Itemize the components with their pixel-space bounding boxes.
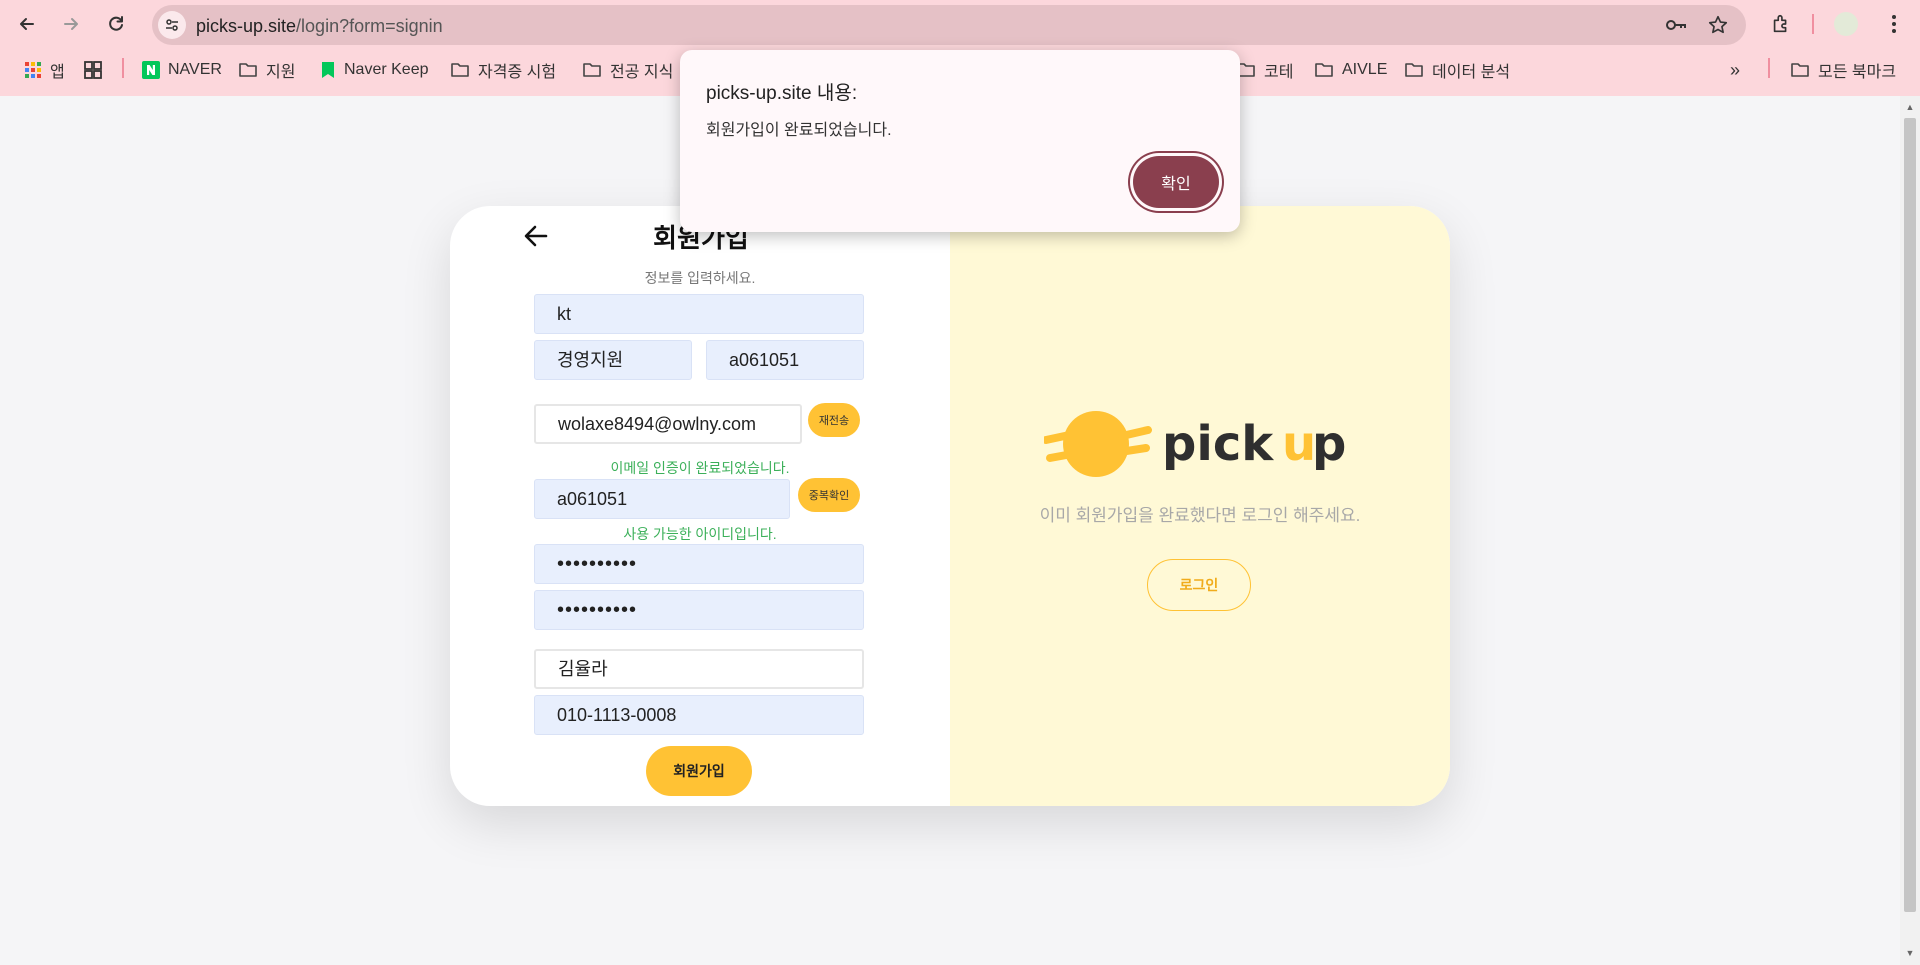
tab-groups-icon	[84, 61, 102, 79]
apps-grid-icon	[25, 62, 41, 78]
name-field[interactable]: 김율라	[534, 649, 864, 689]
bookmark-all-bookmarks[interactable]: 모든 북마크	[1790, 58, 1896, 82]
folder-icon	[583, 63, 601, 77]
bookmarks-divider	[122, 58, 124, 78]
pickup-logo: pick u p	[1044, 411, 1346, 477]
login-button[interactable]: 로그인	[1147, 559, 1251, 611]
bookmark-folder-data[interactable]: 데이터 분석	[1404, 58, 1510, 82]
department-field[interactable]: 경영지원	[534, 340, 692, 380]
login-promo-panel: pick u p 이미 회원가입을 완료했다면 로그인 해주세요. 로그인	[950, 206, 1450, 806]
employee-id-field[interactable]: a061051	[706, 340, 864, 380]
bookmark-folder-major[interactable]: 전공 지식	[582, 58, 673, 82]
folder-icon	[451, 63, 469, 77]
sun-icon	[1044, 411, 1152, 477]
password-key-icon[interactable]	[1664, 13, 1688, 37]
extensions-icon[interactable]	[1767, 10, 1795, 38]
url-path: /login?form=signin	[296, 16, 443, 36]
dialog-title: picks-up.site 내용:	[706, 83, 858, 104]
bookmark-label: Naver Keep	[344, 61, 429, 78]
bookmarks-overflow-button[interactable]: »	[1730, 58, 1740, 82]
form-subtitle: 정보를 입력하세요.	[644, 270, 756, 286]
reload-icon	[109, 16, 123, 31]
naver-icon	[142, 61, 160, 79]
bookmark-label: 코테	[1264, 64, 1294, 81]
bookmark-label: AIVLE	[1342, 61, 1388, 78]
folder-icon	[1791, 63, 1809, 77]
bookmark-label: 전공 지식	[610, 64, 674, 81]
password-field[interactable]: ••••••••••	[534, 544, 864, 584]
more-menu-icon[interactable]	[1880, 10, 1908, 38]
bookmark-folder-aivle[interactable]: AIVLE	[1314, 58, 1387, 82]
bookmark-folder-cert[interactable]: 자격증 시험	[450, 58, 556, 82]
folder-icon	[1315, 63, 1333, 77]
login-hint-text: 이미 회원가입을 완료했다면 로그인 해주세요.	[1039, 506, 1361, 525]
toolbar-divider	[1812, 14, 1814, 34]
bookmark-naver[interactable]: NAVER	[142, 58, 222, 82]
signup-submit-button[interactable]: 회원가입	[646, 746, 752, 796]
address-bar[interactable]: picks-up.site/login?form=signin	[152, 5, 1746, 45]
browser-toolbar: picks-up.site/login?form=signin	[0, 0, 1920, 48]
bookmark-naver-keep[interactable]: Naver Keep	[320, 58, 429, 82]
password-confirm-field[interactable]: ••••••••••	[534, 590, 864, 630]
email-verified-message: 이메일 인증이 완료되었습니다.	[610, 460, 790, 476]
arrow-left-icon	[20, 18, 34, 30]
id-available-message: 사용 가능한 아이디입니다.	[623, 526, 777, 542]
dialog-ok-button[interactable]: 확인	[1133, 156, 1219, 208]
bookmark-label: 앱	[50, 64, 65, 81]
site-info-button[interactable]	[158, 11, 186, 39]
bookmark-folder-jiwon[interactable]: 지원	[238, 58, 295, 82]
scrollbar-thumb[interactable]	[1904, 118, 1916, 912]
arrow-right-icon	[64, 18, 78, 30]
company-field[interactable]: kt	[534, 294, 864, 334]
keep-bookmark-icon	[322, 62, 334, 78]
bookmark-label: 데이터 분석	[1432, 64, 1511, 81]
bookmark-star-icon[interactable]	[1706, 13, 1730, 37]
url-host: picks-up.site	[196, 16, 297, 36]
duplicate-check-button[interactable]: 중복확인	[798, 478, 860, 512]
forward-button[interactable]	[54, 8, 88, 40]
bookmark-tab-groups[interactable]	[84, 58, 102, 82]
user-id-field[interactable]: a061051	[534, 479, 790, 519]
bookmark-label: 모든 북마크	[1818, 64, 1897, 81]
scroll-down-arrow-icon[interactable]: ▼	[1904, 948, 1916, 958]
bookmark-label: 지원	[266, 64, 296, 81]
bookmark-label: NAVER	[168, 61, 222, 78]
resend-button[interactable]: 재전송	[808, 403, 860, 437]
svg-text:pick: pick	[1162, 416, 1274, 472]
tune-icon	[166, 19, 178, 31]
overflow-chevron-icon: »	[1730, 59, 1741, 80]
alert-dialog: picks-up.site 내용: 회원가입이 완료되었습니다. 확인	[680, 50, 1240, 232]
bookmark-folder-codingtest[interactable]: 코테	[1236, 58, 1293, 82]
bookmark-label: 자격증 시험	[478, 64, 557, 81]
profile-avatar[interactable]	[1834, 12, 1858, 36]
folder-icon	[239, 63, 257, 77]
svg-text:p: p	[1312, 416, 1346, 472]
reload-button[interactable]	[99, 8, 133, 40]
email-field[interactable]: wolaxe8494@owlny.com	[534, 404, 802, 444]
back-arrow-icon[interactable]	[522, 222, 550, 250]
dialog-message: 회원가입이 완료되었습니다.	[706, 122, 892, 139]
bookmark-apps[interactable]: 앱	[24, 58, 65, 82]
phone-field[interactable]: 010-1113-0008	[534, 695, 864, 735]
bookmarks-divider	[1768, 58, 1770, 78]
signup-card: 회원가입 정보를 입력하세요. kt 경영지원 a061051 wolaxe84…	[450, 206, 1450, 806]
url-text: picks-up.site/login?form=signin	[196, 16, 443, 37]
scroll-up-arrow-icon[interactable]: ▲	[1904, 102, 1916, 112]
folder-icon	[1405, 63, 1423, 77]
back-button[interactable]	[10, 8, 44, 40]
